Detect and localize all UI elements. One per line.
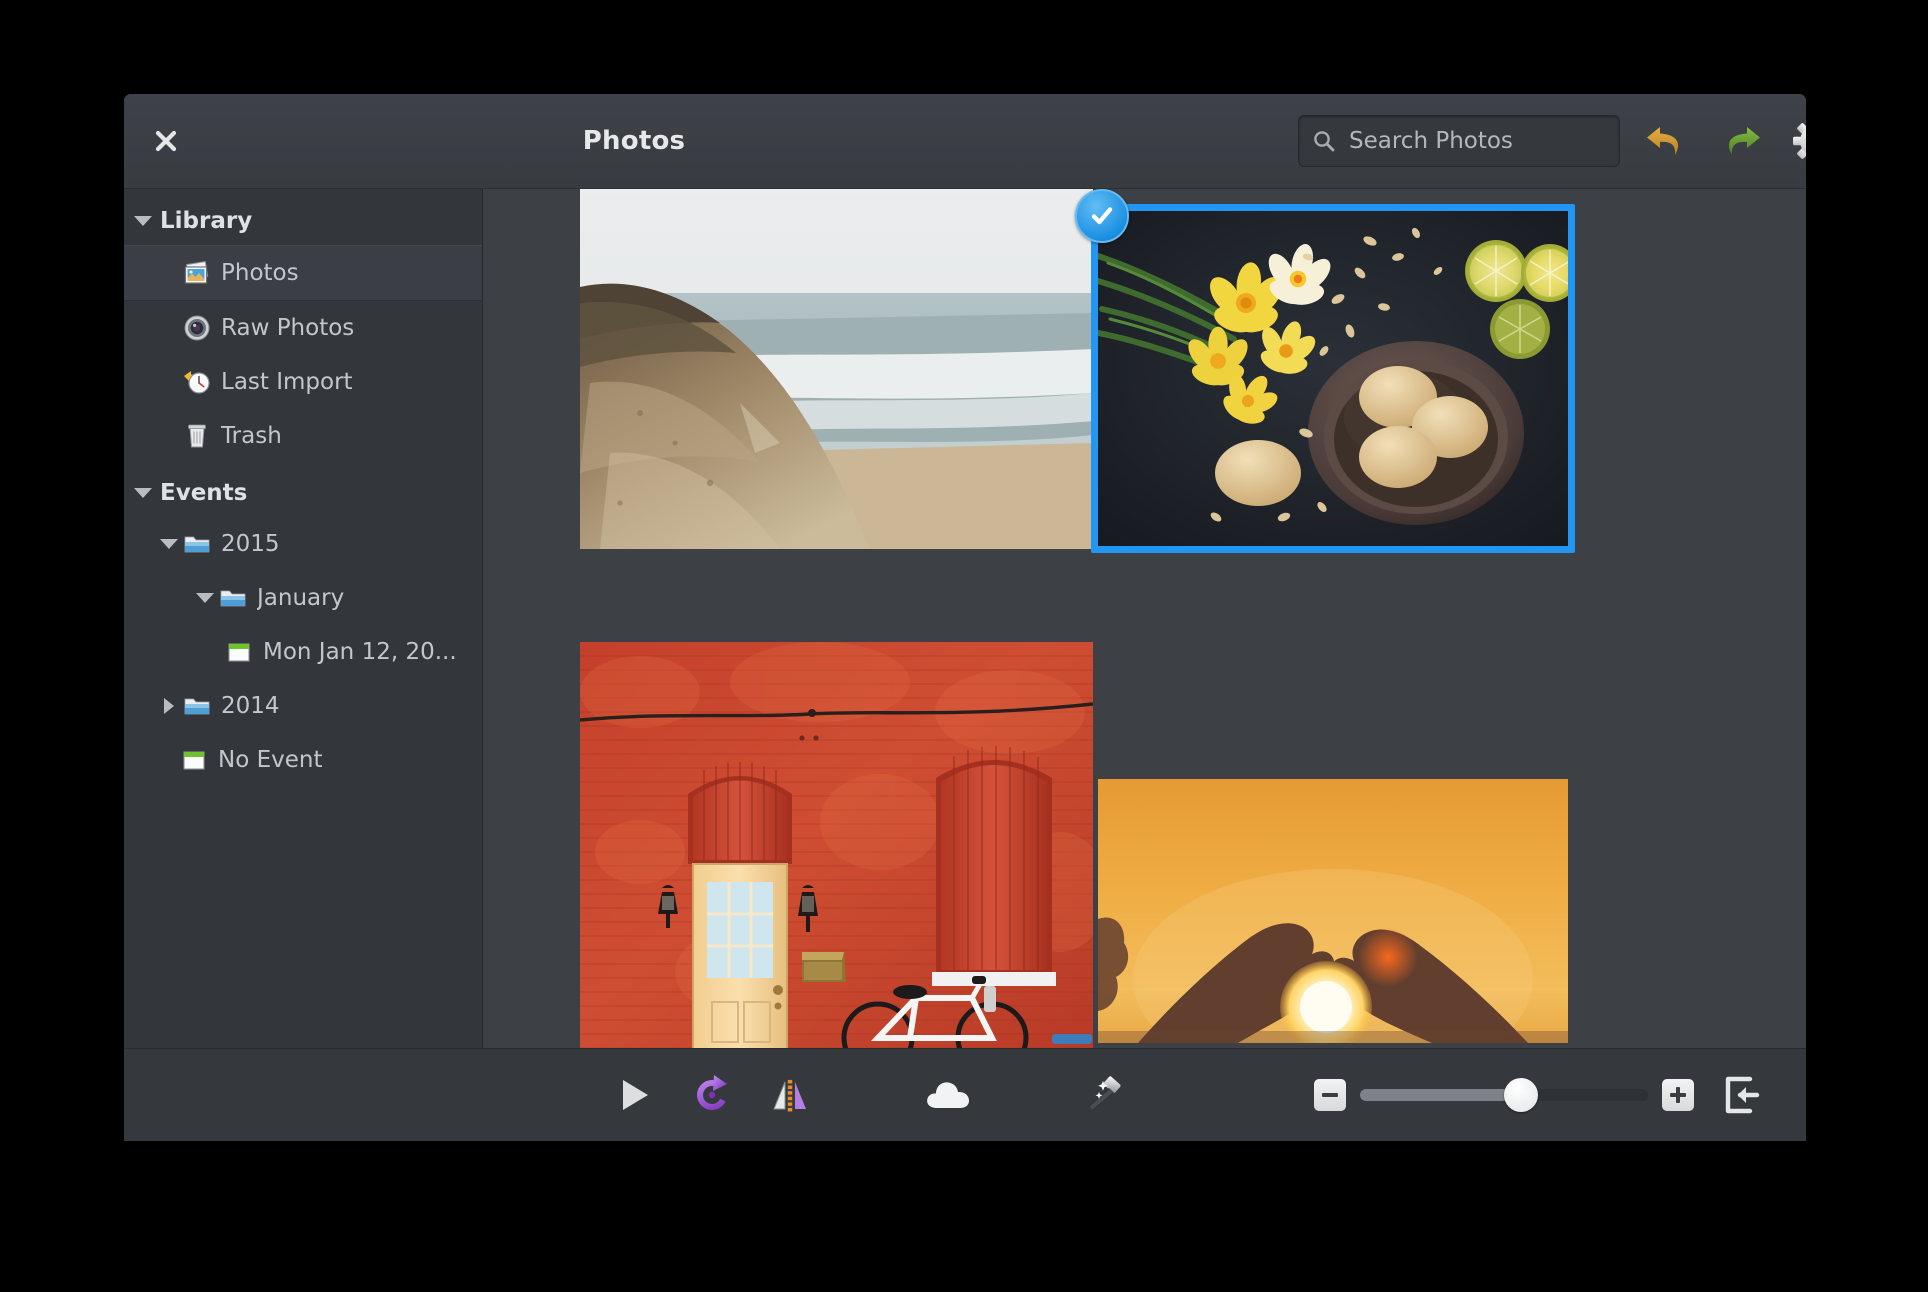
sidebar-item-january[interactable]: January [124,571,482,625]
folder-icon [182,529,212,559]
undo-button[interactable] [1637,113,1693,169]
photo-thumbnail [580,189,1093,549]
cloud-icon [923,1074,973,1116]
undo-arrow-icon [1643,120,1687,162]
sidebar-item-label: Trash [221,423,282,449]
chevron-down-icon [134,216,152,226]
sidebar-item-photos[interactable]: Photos [124,245,482,301]
sidebar: Library Photos [124,189,483,1048]
sidebar-item-label: Last Import [221,369,353,395]
window-header: Photos [124,94,1806,189]
chevron-down-icon [134,488,152,498]
sidebar-item-event-date[interactable]: Mon Jan 12, 20... [124,625,482,679]
sidebar-item-label: Mon Jan 12, 20... [263,639,457,665]
zoom-slider-handle[interactable] [1504,1078,1538,1112]
photo-grid[interactable] [483,189,1806,1048]
sidebar-item-label: 2015 [221,531,280,557]
photo-sunset-heart-hands[interactable] [1098,779,1568,1043]
sidebar-section-label: Library [160,208,252,234]
chevron-down-icon[interactable] [192,585,218,611]
sidebar-item-no-event[interactable]: No Event [124,733,482,787]
window-body: Library Photos [124,189,1806,1048]
rotate-clockwise-icon [689,1072,735,1118]
sidebar-item-raw-photos[interactable]: Raw Photos [124,301,482,355]
chevron-right-icon[interactable] [156,693,182,719]
sidebar-item-label: Photos [221,260,299,286]
flip-button[interactable] [757,1062,823,1128]
publish-button[interactable] [915,1062,981,1128]
sidebar-item-2015[interactable]: 2015 [124,517,482,571]
sidebar-item-last-import[interactable]: Last Import [124,355,482,409]
chevron-down-icon[interactable] [156,531,182,557]
sidebar-section-label: Events [160,480,247,506]
page-title: Photos [124,126,1144,156]
selection-checkbox[interactable] [1075,189,1129,243]
redo-arrow-icon [1720,120,1764,162]
sidebar-section-library[interactable]: Library [124,197,482,245]
flip-horizontal-icon [767,1072,813,1118]
settings-button[interactable] [1787,113,1806,169]
redo-button[interactable] [1714,113,1770,169]
sidebar-item-label: January [257,585,344,611]
sidebar-item-label: No Event [218,747,322,773]
clock-import-icon [182,367,212,397]
play-icon [612,1073,656,1117]
sidebar-item-2014[interactable]: 2014 [124,679,482,733]
zoom-in-button[interactable] [1662,1079,1694,1111]
folder-icon [218,583,248,613]
zoom-slider[interactable] [1360,1089,1648,1101]
magic-wand-icon [1081,1072,1127,1118]
zoom-control [1314,1079,1694,1111]
gear-icon [1792,118,1806,164]
zoom-slider-fill [1360,1089,1521,1101]
zoom-out-button[interactable] [1314,1079,1346,1111]
enhance-button[interactable] [1071,1062,1137,1128]
folder-icon [182,691,212,721]
rotate-button[interactable] [679,1062,745,1128]
search-input[interactable] [1347,127,1607,155]
zoom-in-icon [1670,1087,1686,1103]
sidebar-item-label: Raw Photos [221,315,354,341]
trash-icon [182,421,212,451]
event-icon [224,637,254,667]
event-icon [179,745,209,775]
photo-red-brick-building[interactable] [580,642,1093,1048]
slideshow-button[interactable] [601,1062,667,1128]
photo-coastline-cliff[interactable] [580,189,1093,549]
selection-frame [1091,204,1575,553]
checkmark-icon [1087,201,1117,231]
photos-icon [182,258,212,288]
sidebar-section-events[interactable]: Events [124,469,482,517]
photo-manager-window: Photos [124,94,1806,1141]
hide-sidebar-icon [1720,1074,1762,1116]
publish-enhance-group [915,1062,1137,1128]
photo-thumbnail [1098,779,1568,1043]
camera-lens-icon [182,313,212,343]
sidebar-item-label: 2014 [221,693,280,719]
zoom-out-icon [1322,1087,1338,1103]
sidebar-item-trash[interactable]: Trash [124,409,482,463]
search-icon [1311,128,1337,154]
edit-tools-group [601,1062,823,1128]
bottom-toolbar [124,1048,1806,1141]
photo-thumbnail [580,642,1093,1048]
hide-sidebar-button[interactable] [1716,1070,1766,1120]
search-box[interactable] [1298,115,1620,167]
